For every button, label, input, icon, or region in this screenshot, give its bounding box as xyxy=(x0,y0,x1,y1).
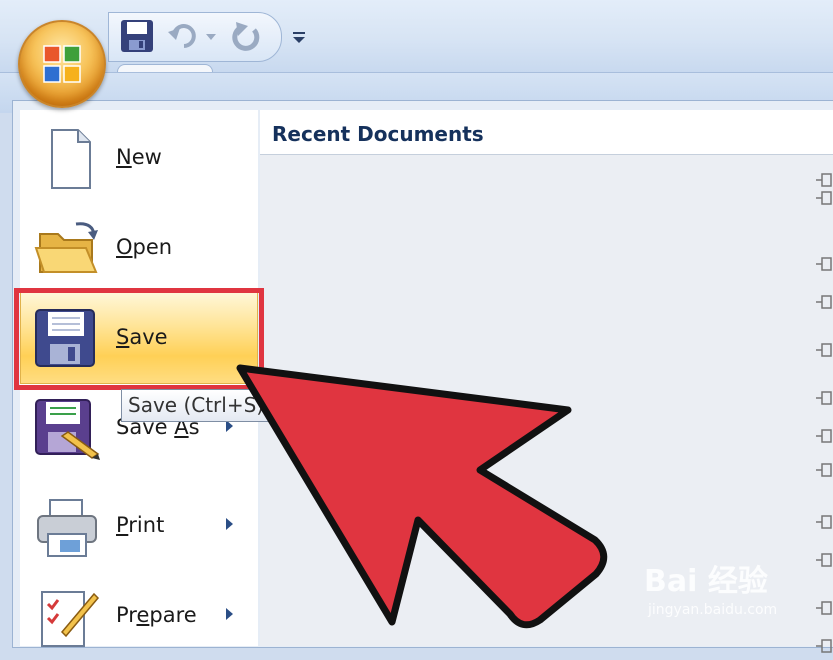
office-button[interactable] xyxy=(18,20,106,108)
highlight-box xyxy=(14,288,264,390)
menu-item-label: Open xyxy=(116,235,173,259)
pin-icon[interactable] xyxy=(816,462,833,478)
pin-icon[interactable] xyxy=(816,294,833,310)
watermark-url: jingyan.baidu.com xyxy=(648,602,778,618)
pin-icon[interactable] xyxy=(816,256,833,272)
qat-save-button[interactable] xyxy=(119,18,155,54)
menu-item-label: Prepare xyxy=(116,603,197,627)
submenu-arrow-icon xyxy=(226,518,233,530)
recent-documents-title: Recent Documents xyxy=(272,122,484,146)
qat-undo-dropdown[interactable] xyxy=(202,18,220,54)
menu-item-print[interactable]: Print xyxy=(20,480,258,570)
pin-icon[interactable] xyxy=(816,190,833,206)
pin-icon[interactable] xyxy=(816,390,833,406)
pin-icon[interactable] xyxy=(816,342,833,358)
watermark-brand: Bai 经验 xyxy=(644,564,768,599)
menu-item-label: New xyxy=(116,145,162,169)
save-icon xyxy=(121,20,153,52)
undo-dropdown-icon xyxy=(206,34,216,40)
new-document-icon xyxy=(51,129,91,189)
recent-documents-header: Recent Documents xyxy=(260,110,833,155)
qat-undo-button[interactable] xyxy=(166,18,202,54)
pin-icon[interactable] xyxy=(816,172,833,188)
submenu-arrow-icon xyxy=(226,608,233,620)
redo-icon xyxy=(232,22,260,51)
menu-item-new[interactable]: New xyxy=(20,112,258,202)
pin-icon[interactable] xyxy=(816,428,833,444)
printer-icon xyxy=(37,499,97,557)
menu-item-prepare[interactable]: Prepare xyxy=(20,570,258,660)
pin-icon[interactable] xyxy=(816,514,833,530)
menu-item-label: Print xyxy=(116,513,165,537)
customize-qat-button[interactable] xyxy=(288,26,310,48)
pin-icon[interactable] xyxy=(816,638,833,654)
open-folder-icon xyxy=(34,222,98,273)
customize-qat-icon xyxy=(293,32,305,43)
save-tooltip: Save (Ctrl+S) xyxy=(121,389,272,422)
watermark: Bai 经验 jingyan.baidu.com xyxy=(644,556,820,626)
menu-item-open[interactable]: Open xyxy=(20,202,258,292)
undo-icon xyxy=(168,24,196,48)
qat-redo-button[interactable] xyxy=(228,18,264,54)
save-as-icon xyxy=(35,399,100,460)
prepare-icon xyxy=(41,591,100,647)
office-logo-icon xyxy=(43,45,81,83)
